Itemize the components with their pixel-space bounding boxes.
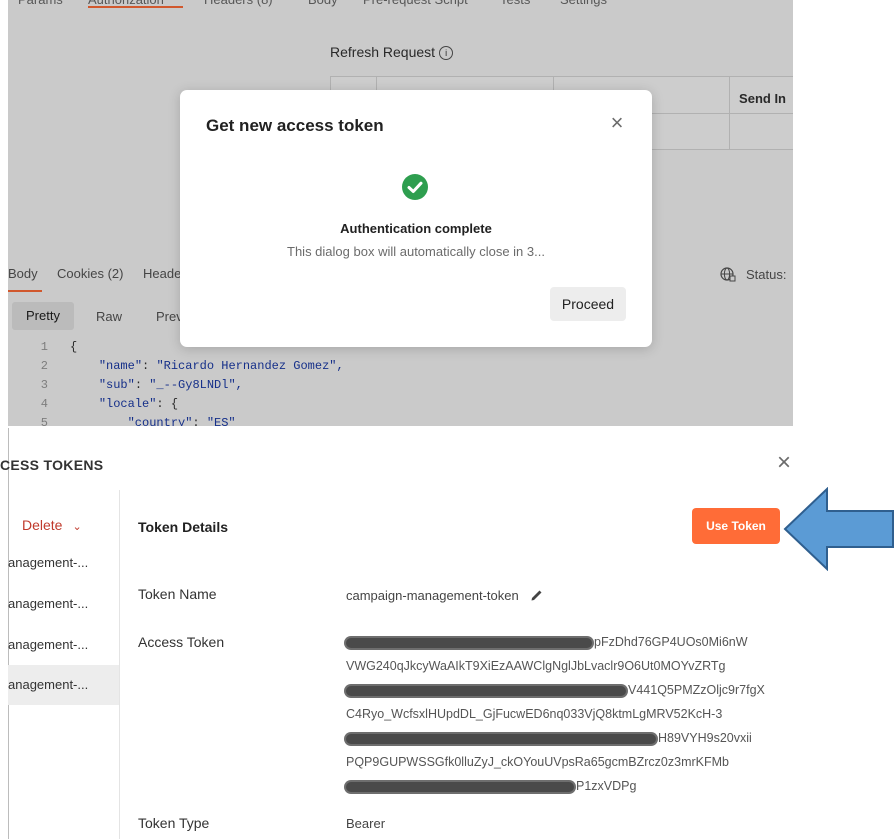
chevron-down-icon: ⌄ [72, 521, 82, 533]
token-type-value: Bearer [346, 816, 386, 831]
dialog-title: Get new access token [206, 116, 384, 135]
access-token-text: H89VYH9s20vxii [658, 731, 752, 745]
token-name-value: campaign-management-token [346, 588, 544, 603]
token-details-title: Token Details [138, 519, 228, 535]
delete-dropdown-button[interactable]: Delete ⌄ [22, 517, 82, 533]
access-token-line: P1zxVDPg [346, 774, 796, 798]
delete-label: Delete [22, 517, 63, 533]
access-token-text: C4Ryo_WcfsxlHUpdDL_GjFucwED6nq033VjQ8ktm… [346, 707, 723, 721]
manage-access-tokens-panel: CESS TOKENS × Delete ⌄ anagement-... anag… [0, 428, 895, 839]
access-token-line: H89VYH9s20vxii [346, 726, 796, 750]
redaction-mark [346, 685, 626, 696]
use-token-button[interactable]: Use Token [692, 508, 780, 544]
access-token-text: PQP9GUPWSSGfk0lluZyJ_ckOYouUVpsRa65gcmBZ… [346, 755, 729, 769]
access-token-text: pFzDhd76GP4UOs0Mi6nW [594, 635, 748, 649]
sidebar-divider [119, 490, 120, 839]
access-token-line: pFzDhd76GP4UOs0Mi6nW [346, 630, 796, 654]
token-name-text: campaign-management-token [346, 588, 519, 603]
annotation-arrow-icon [783, 487, 894, 571]
access-token-line: PQP9GUPWSSGfk0lluZyJ_ckOYouUVpsRa65gcmBZ… [346, 750, 796, 774]
redaction-mark [346, 733, 656, 744]
panel-title: CESS TOKENS [0, 457, 104, 473]
close-icon[interactable]: × [608, 112, 626, 134]
access-token-line: VWG240qJkcyWaAIkT9XiEzAAWClgNglJbLvaclr9… [346, 654, 796, 678]
token-list-item[interactable]: anagement-... [8, 543, 119, 583]
close-icon[interactable]: × [775, 451, 793, 475]
token-type-label: Token Type [138, 815, 210, 831]
token-list-item[interactable]: anagement-... [8, 625, 119, 665]
redaction-mark [346, 637, 592, 648]
token-list-item[interactable]: anagement-... [8, 584, 119, 624]
access-token-text: VWG240qJkcyWaAIkT9XiEzAAWClgNglJbLvaclr9… [346, 659, 726, 673]
get-new-access-token-dialog: Get new access token × Authentication co… [180, 90, 652, 347]
access-token-label: Access Token [138, 634, 225, 650]
access-token-text: P1zxVDPg [576, 779, 637, 793]
redaction-mark [346, 781, 574, 792]
token-list-item-selected[interactable]: anagement-... [8, 665, 119, 705]
proceed-button[interactable]: Proceed [550, 287, 626, 321]
pencil-icon[interactable] [530, 588, 544, 602]
auth-status-title: Authentication complete [340, 221, 492, 236]
check-circle-icon [402, 174, 428, 200]
token-name-label: Token Name [138, 586, 217, 602]
auth-status-message: This dialog box will automatically close… [287, 244, 545, 259]
access-token-value: pFzDhd76GP4UOs0Mi6nW VWG240qJkcyWaAIkT9X… [346, 630, 796, 798]
access-token-line: V441Q5PMZzOljc9r7fgX [346, 678, 796, 702]
access-token-text: V441Q5PMZzOljc9r7fgX [628, 683, 765, 697]
access-token-line: C4Ryo_WcfsxlHUpdDL_GjFucwED6nq033VjQ8ktm… [346, 702, 796, 726]
